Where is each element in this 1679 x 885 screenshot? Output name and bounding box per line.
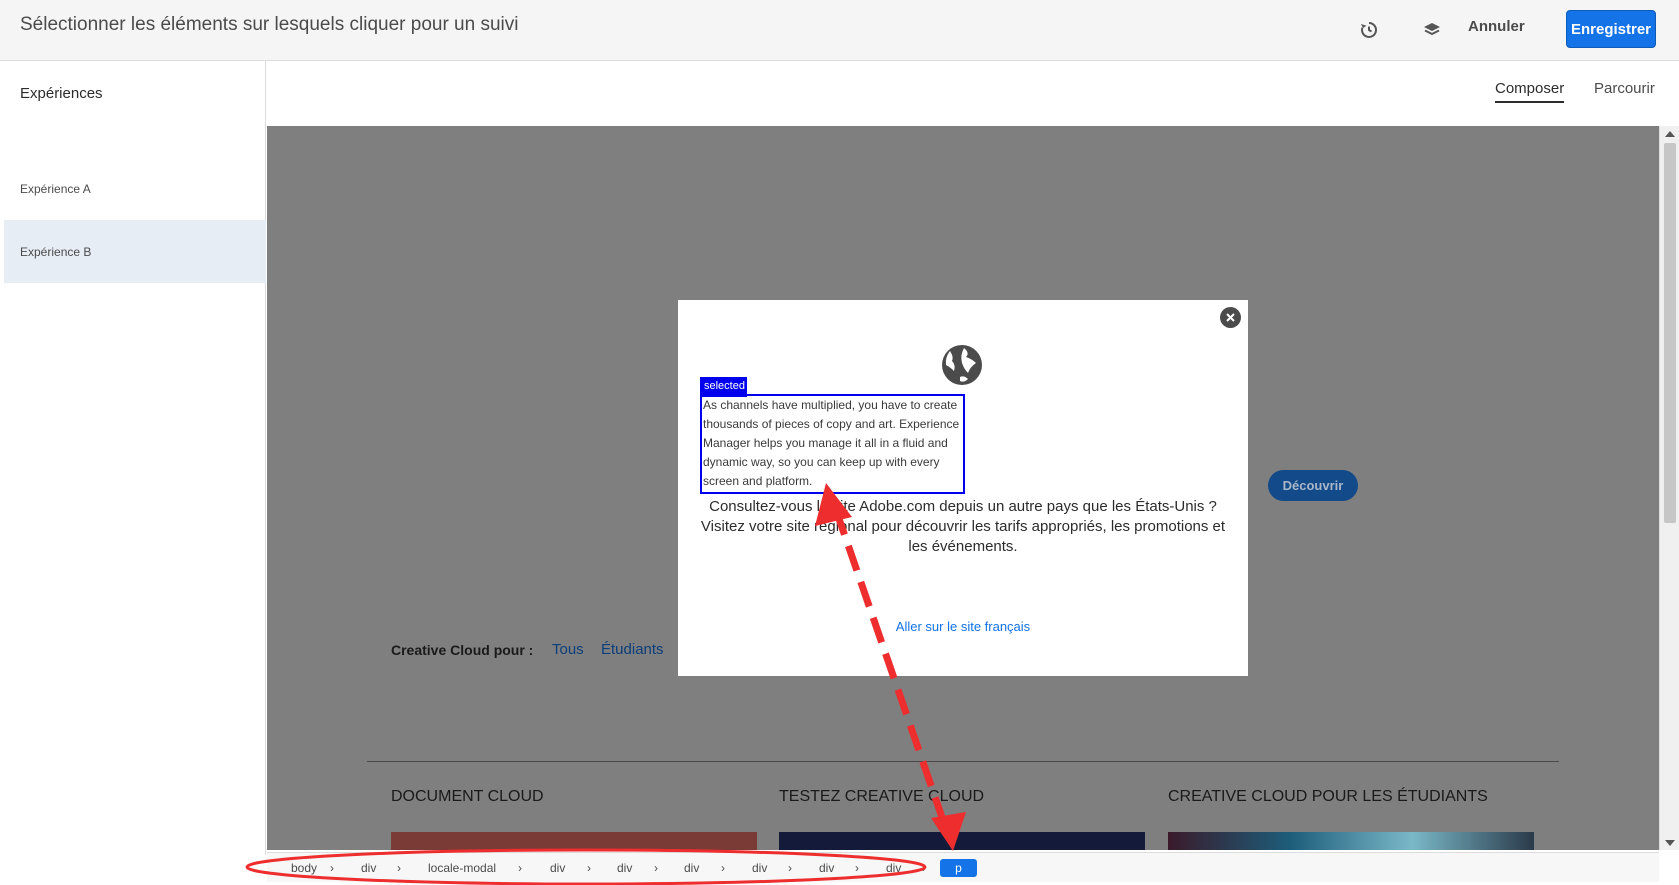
- cancel-button[interactable]: Annuler: [1468, 18, 1525, 35]
- section-title-try-cc[interactable]: TESTEZ CREATIVE CLOUD: [779, 788, 984, 806]
- chevron-right-icon: ›: [397, 861, 401, 875]
- tab-browse[interactable]: Parcourir: [1594, 80, 1655, 101]
- breadcrumb-item-locale-modal[interactable]: locale-modal: [420, 859, 504, 877]
- experiences-panel: Expériences Expérience A Expérience B: [4, 61, 266, 855]
- breadcrumb-item-div[interactable]: div: [878, 859, 909, 877]
- experience-item-b[interactable]: Expérience B: [4, 220, 266, 283]
- section-title-cc-students[interactable]: CREATIVE CLOUD POUR LES ÉTUDIANTS: [1168, 788, 1488, 806]
- chevron-right-icon: ›: [330, 861, 334, 875]
- breadcrumb-item-p[interactable]: p: [940, 859, 977, 877]
- french-site-link[interactable]: Aller sur le site français: [678, 619, 1248, 634]
- locale-message-line2: Visitez votre site régional pour découvr…: [700, 518, 1226, 555]
- breadcrumb-item-div[interactable]: div: [542, 859, 573, 877]
- element-breadcrumb: body › div › locale-modal › div › div › …: [267, 852, 1659, 882]
- section-divider: [367, 761, 1559, 762]
- app-header: Sélectionner les éléments sur lesquels c…: [0, 0, 1679, 61]
- locale-message: Consultez-vous le site Adobe.com depuis …: [698, 497, 1228, 557]
- cc-label: Creative Cloud pour :: [391, 642, 534, 658]
- cc-link-all[interactable]: Tous: [552, 641, 584, 658]
- close-icon[interactable]: [1220, 307, 1241, 328]
- chevron-right-icon: ›: [721, 861, 725, 875]
- thumbnail-document-cloud[interactable]: [391, 832, 757, 850]
- layers-icon[interactable]: [1420, 18, 1444, 42]
- tab-compose[interactable]: Composer: [1495, 80, 1565, 103]
- breadcrumb-item-div[interactable]: div: [609, 859, 640, 877]
- breadcrumb-item-div[interactable]: div: [676, 859, 707, 877]
- page-title: Sélectionner les éléments sur lesquels c…: [20, 14, 519, 35]
- selected-paragraph[interactable]: As channels have multiplied, you have to…: [702, 396, 963, 491]
- locale-modal: selected As channels have multiplied, yo…: [678, 300, 1248, 676]
- experience-label: Expérience B: [20, 244, 92, 259]
- chevron-right-icon: ›: [654, 861, 658, 875]
- experience-item-a[interactable]: Expérience A: [4, 157, 266, 220]
- locale-message-line1: Consultez-vous le site Adobe.com depuis …: [709, 498, 1217, 515]
- globe-icon: [942, 345, 982, 385]
- chevron-right-icon: ›: [855, 861, 859, 875]
- thumbnail-cc-students[interactable]: [1168, 832, 1534, 850]
- chevron-right-icon: ›: [788, 861, 792, 875]
- selected-element[interactable]: As channels have multiplied, you have to…: [700, 394, 965, 494]
- scroll-down-icon[interactable]: [1665, 840, 1675, 846]
- experience-label: Expérience A: [20, 181, 91, 196]
- chevron-right-icon: ›: [518, 861, 522, 875]
- thumbnail-try-cc[interactable]: [779, 832, 1145, 850]
- breadcrumb-item-body[interactable]: body: [283, 859, 325, 877]
- canvas-scrollbar[interactable]: [1659, 126, 1679, 850]
- breadcrumb-item-div[interactable]: div: [353, 859, 384, 877]
- scroll-thumb[interactable]: [1664, 143, 1676, 523]
- section-title-document-cloud[interactable]: DOCUMENT CLOUD: [391, 788, 544, 806]
- breadcrumb-item-div[interactable]: div: [811, 859, 842, 877]
- view-tabs: Composer Parcourir: [267, 61, 1679, 126]
- discover-button[interactable]: Découvrir: [1268, 470, 1358, 501]
- scroll-up-icon[interactable]: [1665, 131, 1675, 137]
- chevron-right-icon: ›: [587, 861, 591, 875]
- breadcrumb-item-div[interactable]: div: [744, 859, 775, 877]
- save-button[interactable]: Enregistrer: [1566, 10, 1656, 48]
- chevron-right-icon: ›: [922, 861, 926, 875]
- experiences-heading: Expériences: [20, 85, 103, 102]
- cc-link-students[interactable]: Étudiants: [601, 641, 664, 658]
- history-icon[interactable]: [1357, 18, 1381, 42]
